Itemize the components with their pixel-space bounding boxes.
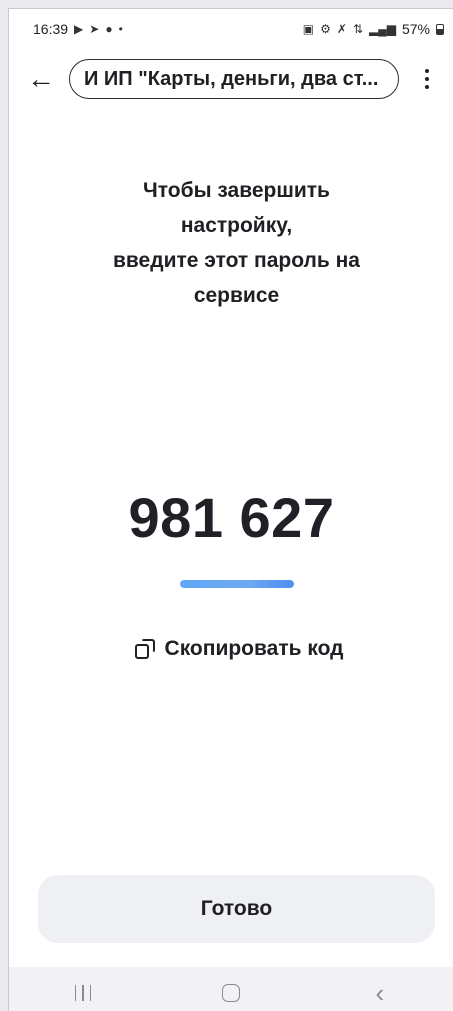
- battery-percent: 57%: [401, 21, 430, 37]
- signal-icon: ▂▄▆: [369, 22, 396, 36]
- code-timer-progress: [180, 580, 294, 588]
- home-button[interactable]: [201, 971, 261, 1011]
- recents-icon: [74, 985, 92, 1001]
- copy-icon-front: [134, 644, 149, 659]
- vertical-dots-icon[interactable]: [407, 57, 447, 101]
- battery-icon: [436, 23, 444, 35]
- done-button[interactable]: Готово: [38, 875, 435, 943]
- alarm-icon: ⚙: [320, 22, 331, 36]
- copy-code-button[interactable]: Скопировать код: [119, 629, 359, 669]
- video-icon: ▶: [74, 22, 84, 36]
- status-right: ▣ ⚙ ✗ ⇅ ▂▄▆ 57%: [303, 21, 444, 37]
- 4g-icon: ⇅: [352, 22, 363, 36]
- status-bar: 16:39 ▶ ➤ ● • ▣ ⚙ ✗ ⇅ ▂▄▆ 57%: [9, 9, 453, 49]
- phone-screen: 16:39 ▶ ➤ ● • ▣ ⚙ ✗ ⇅ ▂▄▆ 57% ← И ИП "Ка…: [8, 8, 453, 1011]
- chat-icon: ●: [105, 22, 113, 36]
- lock-icon: ▣: [302, 22, 315, 36]
- code-timer-progress-fill: [180, 580, 294, 588]
- menu-dot: [425, 77, 429, 81]
- dot-icon: •: [118, 22, 123, 36]
- one-time-code: 981 627: [128, 486, 335, 549]
- status-left: 16:39 ▶ ➤ ● •: [33, 21, 123, 37]
- done-button-label: Готово: [200, 897, 273, 920]
- menu-dot: [425, 85, 429, 89]
- home-icon: [222, 984, 241, 1002]
- telegram-icon: ➤: [89, 22, 100, 36]
- top-bar: ← И ИП "Карты, деньги, два ст...: [9, 53, 453, 105]
- arrow-left-icon[interactable]: ←: [19, 57, 63, 101]
- back-chevron-icon: ‹: [375, 978, 385, 1008]
- status-time: 16:39: [33, 21, 69, 37]
- menu-dot: [425, 69, 429, 73]
- back-button[interactable]: ‹: [350, 971, 410, 1011]
- system-nav-bar: ‹: [9, 967, 453, 1011]
- mute-icon: ✗: [336, 22, 347, 36]
- instruction-text: Чтобы завершить настройку, введите этот …: [113, 179, 360, 307]
- copy-code-label: Скопировать код: [164, 637, 344, 660]
- recents-button[interactable]: [53, 971, 113, 1011]
- copy-icon: [134, 639, 155, 659]
- account-title-pill[interactable]: И ИП "Карты, деньги, два ст...: [69, 59, 399, 99]
